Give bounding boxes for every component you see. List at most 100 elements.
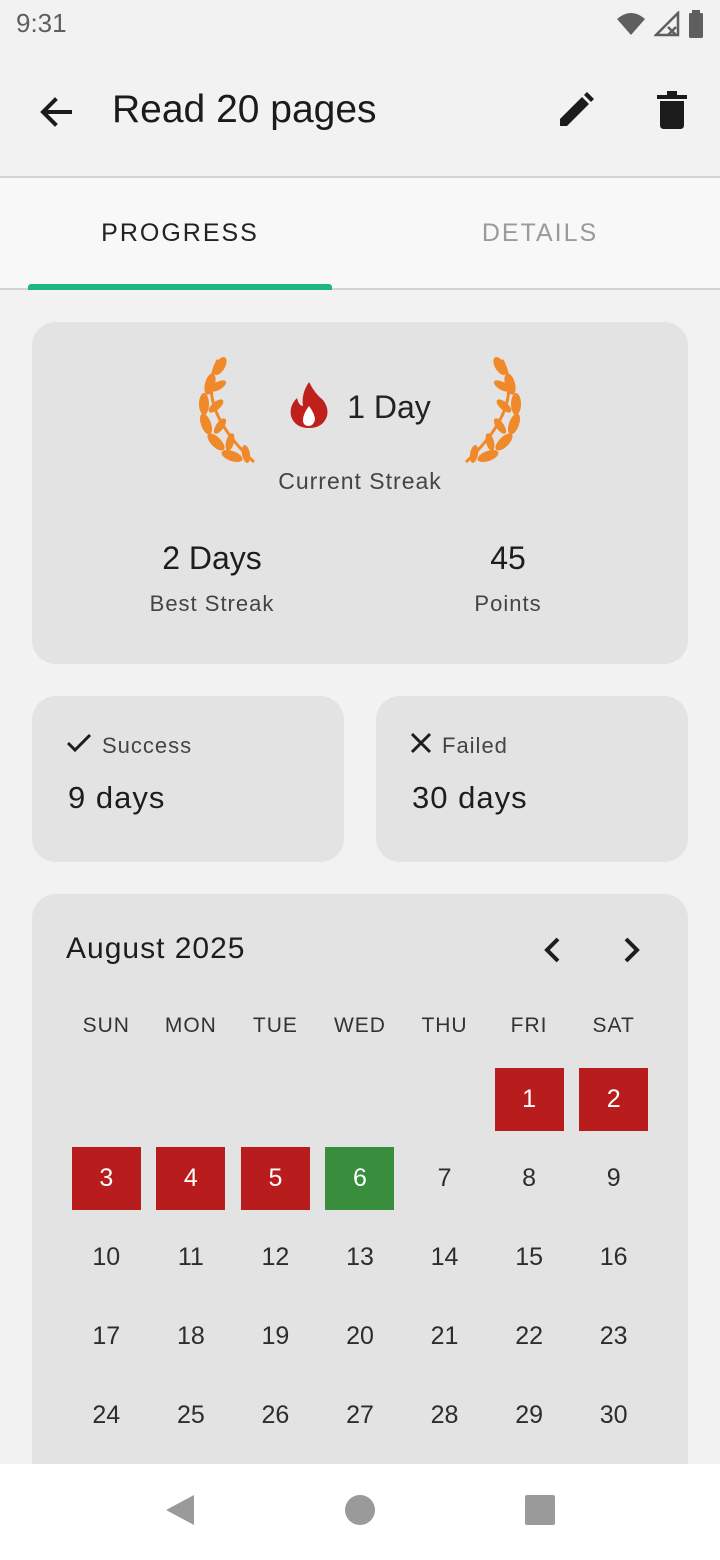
calendar-day-none[interactable]: 20: [318, 1297, 403, 1376]
calendar-day-number: 6: [325, 1147, 395, 1210]
best-streak-value: 2 Days: [162, 540, 262, 576]
chevron-right-icon: [623, 936, 641, 969]
chevron-left-icon: [543, 936, 561, 969]
calendar-day-none[interactable]: 24: [64, 1376, 149, 1455]
weekday-label: WED: [333, 1014, 386, 1037]
calendar-day-none[interactable]: 23: [571, 1297, 656, 1376]
calendar-day-none[interactable]: 8: [487, 1139, 572, 1218]
current-streak-label: Current Streak: [278, 468, 442, 494]
points-label: Points: [474, 591, 542, 616]
calendar-day-none[interactable]: 15: [487, 1218, 572, 1297]
circle-home-icon: [344, 1494, 376, 1531]
close-icon: [410, 732, 432, 759]
calendar-day-number: 1: [494, 1068, 564, 1131]
calendar-day-number: 15: [515, 1243, 543, 1271]
best-streak: 2 Days Best Streak: [62, 540, 362, 617]
calendar-day-none[interactable]: 29: [487, 1376, 572, 1455]
calendar-day-failed[interactable]: 1: [487, 1060, 572, 1139]
calendar-day-number: 5: [240, 1147, 310, 1210]
system-nav-bar: [0, 1464, 720, 1560]
delete-button[interactable]: [642, 82, 702, 142]
calendar-day-none[interactable]: 18: [149, 1297, 234, 1376]
calendar-day-number: 21: [430, 1322, 459, 1350]
nav-back-button[interactable]: [156, 1488, 204, 1536]
calendar-day-none[interactable]: 26: [233, 1376, 318, 1455]
success-label: Success: [102, 732, 193, 758]
failed-header: Failed: [410, 732, 508, 759]
failed-value: 30 days: [412, 780, 528, 815]
calendar-day-none[interactable]: 11: [149, 1218, 234, 1297]
tab-details[interactable]: DETAILS: [360, 178, 720, 288]
previous-month-button[interactable]: [532, 930, 572, 974]
calendar-day-none[interactable]: 12: [233, 1218, 318, 1297]
calendar-day-number: 16: [599, 1243, 628, 1271]
square-recents-icon: [525, 1494, 555, 1530]
arrow-left-icon: [38, 94, 74, 135]
calendar-day-none[interactable]: 22: [487, 1297, 572, 1376]
weekday-label: TUE: [252, 1014, 298, 1037]
calendar-day-number: 14: [430, 1243, 459, 1271]
calendar-day-number: 29: [515, 1401, 543, 1429]
calendar-day-none[interactable]: 7: [402, 1139, 487, 1218]
calendar-day-number: 18: [176, 1322, 205, 1350]
success-header: Success: [66, 732, 192, 759]
next-month-button[interactable]: [612, 930, 652, 974]
calendar-day-number: 26: [261, 1401, 290, 1429]
calendar-day-none[interactable]: 13: [318, 1218, 403, 1297]
calendar-grid: 1 2 3 4 5 6 7 8 9 10 11 12 13 14 15 16 17 18 19 20 21 22 23 24 2…: [64, 1060, 656, 1455]
edit-button[interactable]: [546, 82, 606, 142]
calendar-day-failed[interactable]: 4: [149, 1139, 234, 1218]
calendar-day-failed[interactable]: 5: [233, 1139, 318, 1218]
status-bar: 9:31: [0, 0, 720, 50]
calendar-blank-cell: [233, 1060, 318, 1139]
nav-recents-button[interactable]: [516, 1488, 564, 1536]
calendar-blank-cell: [402, 1060, 487, 1139]
calendar-day-none[interactable]: 9: [571, 1139, 656, 1218]
status-icons: [616, 9, 704, 43]
triangle-back-icon: [164, 1493, 196, 1532]
calendar-day-failed[interactable]: 2: [571, 1060, 656, 1139]
nav-home-button[interactable]: [336, 1488, 384, 1536]
calendar-day-none[interactable]: 28: [402, 1376, 487, 1455]
failed-label: Failed: [442, 732, 508, 758]
calendar-day-none[interactable]: 16: [571, 1218, 656, 1297]
calendar-day-number: 9: [606, 1164, 621, 1192]
battery-icon: [688, 10, 704, 43]
calendar-day-none[interactable]: 27: [318, 1376, 403, 1455]
calendar-day-success[interactable]: 6: [318, 1139, 403, 1218]
calendar-day-number: 13: [346, 1243, 374, 1271]
calendar-blank-cell: [318, 1060, 403, 1139]
calendar-day-number: 8: [522, 1164, 537, 1192]
wifi-icon: [616, 11, 646, 42]
calendar-day-number: 22: [515, 1322, 543, 1350]
back-button[interactable]: [26, 84, 86, 144]
calendar-day-none[interactable]: 19: [233, 1297, 318, 1376]
calendar-blank-cell: [64, 1060, 149, 1139]
calendar-day-none[interactable]: 30: [571, 1376, 656, 1455]
success-value: 9 days: [68, 780, 166, 815]
points: 45 Points: [358, 540, 658, 617]
flame-icon: [289, 380, 329, 435]
weekday-label: SUN: [82, 1014, 130, 1037]
calendar-day-none[interactable]: 14: [402, 1218, 487, 1297]
calendar-day-number: 17: [92, 1322, 121, 1350]
calendar-day-number: 25: [176, 1401, 205, 1429]
calendar-day-number: 19: [261, 1322, 290, 1350]
calendar-day-none[interactable]: 25: [149, 1376, 234, 1455]
current-streak-row: 1 Day: [32, 380, 688, 435]
pencil-icon: [557, 91, 595, 134]
calendar-day-number: 7: [437, 1164, 452, 1192]
check-icon: [66, 732, 92, 759]
calendar-day-number: 23: [599, 1322, 628, 1350]
calendar-day-number: 4: [156, 1147, 226, 1210]
calendar-day-failed[interactable]: 3: [64, 1139, 149, 1218]
weekday-label: THU: [421, 1014, 468, 1037]
calendar-day-none[interactable]: 10: [64, 1218, 149, 1297]
calendar-day-none[interactable]: 17: [64, 1297, 149, 1376]
tab-progress[interactable]: PROGRESS: [0, 178, 360, 288]
calendar-day-none[interactable]: 21: [402, 1297, 487, 1376]
status-time: 9:31: [16, 8, 67, 38]
calendar-day-number: 24: [92, 1401, 121, 1429]
calendar-card: August 2025 SUN MON TUE WED THU FRI SAT 123456…: [32, 894, 688, 1494]
points-value: 45: [490, 540, 526, 576]
